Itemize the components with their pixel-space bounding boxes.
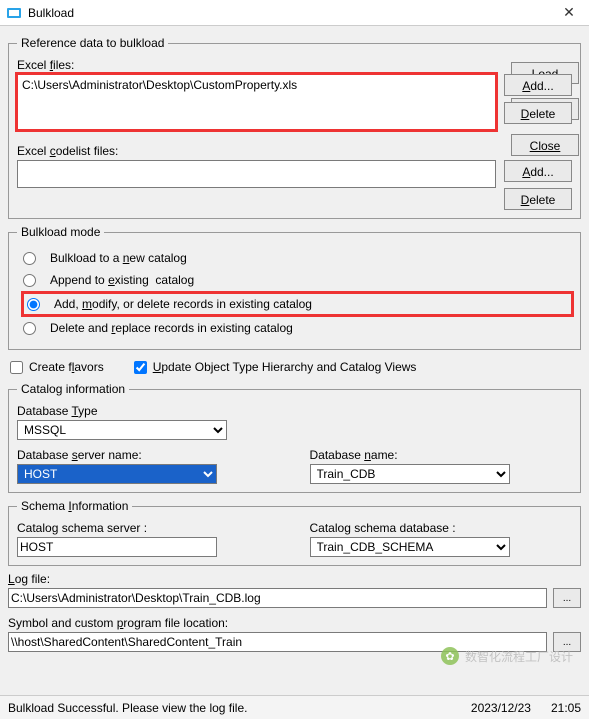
symbol-location-input[interactable] [8, 632, 547, 652]
mode-label-append: Append to existing catalog [50, 271, 194, 289]
window-title: Bulkload [28, 6, 549, 20]
excel-file-item[interactable]: C:\Users\Administrator\Desktop\CustomPro… [22, 77, 491, 93]
app-icon [6, 5, 22, 21]
mode-radio-new[interactable] [23, 252, 36, 265]
mode-label-delrep: Delete and replace records in existing c… [50, 319, 293, 337]
log-file-input[interactable] [8, 588, 547, 608]
schema-db-label: Catalog schema database : [310, 521, 573, 535]
schema-info-group: Schema Information Catalog schema server… [8, 499, 581, 566]
schema-server-label: Catalog schema server : [17, 521, 280, 535]
reference-group: Reference data to bulkload Excel files: … [8, 36, 581, 219]
status-message: Bulkload Successful. Please view the log… [8, 701, 471, 715]
titlebar: Bulkload ✕ [0, 0, 589, 26]
catalog-info-legend: Catalog information [17, 382, 129, 396]
schema-server-input[interactable] [17, 537, 217, 557]
schema-db-select[interactable]: Train_CDB_SCHEMA [310, 537, 510, 557]
mode-radio-amd[interactable] [27, 298, 40, 311]
update-hierarchy-label: Update Object Type Hierarchy and Catalog… [153, 360, 417, 374]
codelist-label: Excel codelist files: [17, 144, 572, 158]
create-flavors-checkbox[interactable] [10, 361, 23, 374]
close-window-button[interactable]: ✕ [549, 0, 589, 26]
catalog-info-group: Catalog information Database Type MSSQL … [8, 382, 581, 493]
symbol-location-label: Symbol and custom program file location: [8, 616, 581, 630]
reference-legend: Reference data to bulkload [17, 36, 168, 50]
status-date: 2023/12/23 [471, 701, 531, 715]
codelist-listbox[interactable] [17, 160, 496, 188]
create-flavors-label: Create flavors [29, 360, 104, 374]
mode-legend: Bulkload mode [17, 225, 104, 239]
mode-radio-delrep[interactable] [23, 322, 36, 335]
db-type-label: Database Type [17, 404, 572, 418]
status-time: 21:05 [551, 701, 581, 715]
status-bar: Bulkload Successful. Please view the log… [0, 695, 589, 719]
update-hierarchy-checkbox-wrap[interactable]: Update Object Type Hierarchy and Catalog… [134, 360, 417, 374]
schema-info-legend: Schema Information [17, 499, 132, 513]
mode-radio-append[interactable] [23, 274, 36, 287]
excel-files-listbox[interactable]: C:\Users\Administrator\Desktop\CustomPro… [17, 74, 496, 130]
mode-group: Bulkload mode Bulkload to a new catalog … [8, 225, 581, 350]
log-file-label: Log file: [8, 572, 581, 586]
update-hierarchy-checkbox[interactable] [134, 361, 147, 374]
codelist-delete-button[interactable]: Delete [504, 188, 572, 210]
log-file-browse-button[interactable]: ... [553, 588, 581, 608]
excel-files-label: Excel files: [17, 58, 572, 72]
excel-delete-button[interactable]: Delete [504, 102, 572, 124]
server-name-select[interactable]: HOST [17, 464, 217, 484]
mode-label-new: Bulkload to a new catalog [50, 249, 187, 267]
create-flavors-checkbox-wrap[interactable]: Create flavors [10, 360, 104, 374]
excel-add-button[interactable]: Add... [504, 74, 572, 96]
db-type-select[interactable]: MSSQL [17, 420, 227, 440]
db-name-select[interactable]: Train_CDB [310, 464, 510, 484]
db-name-label: Database name: [310, 448, 573, 462]
server-name-label: Database server name: [17, 448, 280, 462]
codelist-add-button[interactable]: Add... [504, 160, 572, 182]
symbol-location-browse-button[interactable]: ... [553, 632, 581, 652]
mode-label-amd: Add, modify, or delete records in existi… [54, 295, 312, 313]
